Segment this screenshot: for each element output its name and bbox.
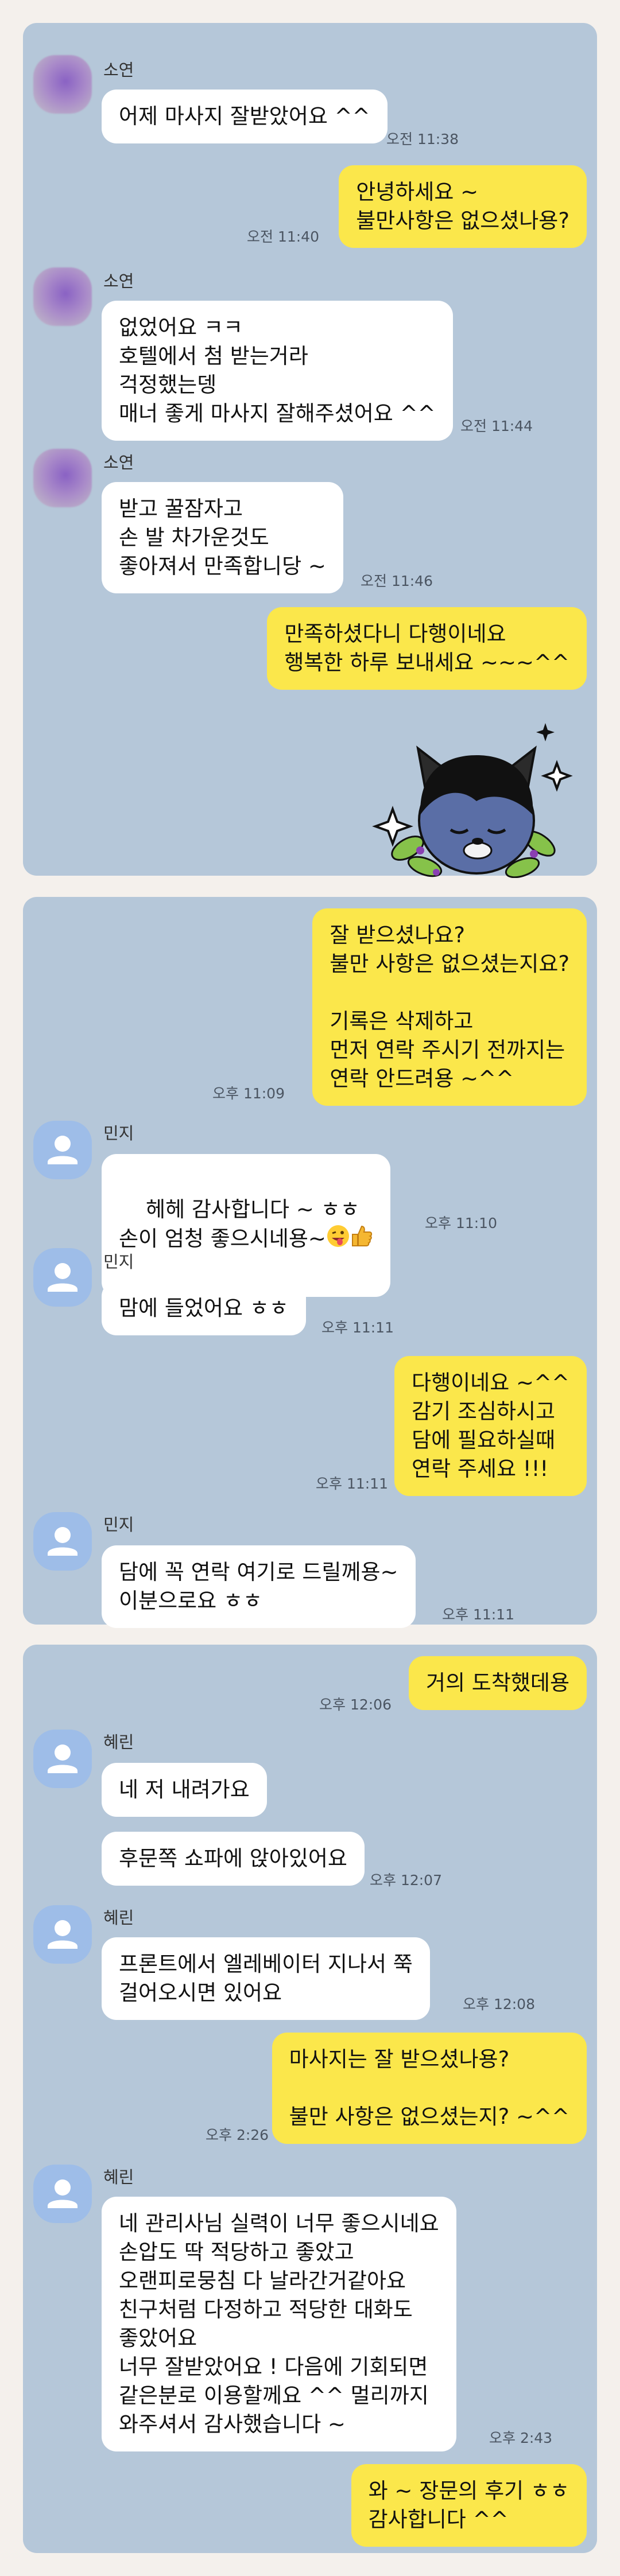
message-time: 오전 11:46 [361, 573, 433, 589]
user-icon [48, 1136, 78, 1164]
message-time: 오전 11:44 [460, 418, 533, 434]
message-time: 오전 11:40 [247, 228, 319, 245]
outgoing-message[interactable]: 잘 받으셨나요? 불만 사항은 없으셨는지요? 기록은 삭제하고 먼저 연락 주… [312, 908, 587, 1106]
user-icon [48, 1744, 78, 1773]
user-icon [48, 1263, 78, 1292]
sender-name: 소연 [103, 453, 134, 472]
sender-name: 혜린 [103, 2167, 134, 2187]
thumbs-up-emoji-icon [350, 1224, 373, 1256]
outgoing-message[interactable]: 다행이네요 ~^^ 감기 조심하시고 담에 필요하실때 연락 주세요 !!! [394, 1356, 587, 1496]
avatar[interactable] [33, 1730, 92, 1788]
incoming-message[interactable]: 후문쪽 쇼파에 앉아있어요 [102, 1832, 365, 1886]
chat-screenshot-2: 잘 받으셨나요? 불만 사항은 없으셨는지요? 기록은 삭제하고 먼저 연락 주… [23, 897, 597, 1628]
avatar[interactable] [33, 1121, 92, 1179]
message-text: 헤헤 감사합니다 ~ ㅎㅎ [146, 1197, 360, 1222]
incoming-message[interactable]: 맘에 들었어요 ㅎㅎ [102, 1281, 306, 1335]
message-time: 오전 11:38 [386, 131, 459, 147]
message-time: 오후 11:11 [321, 1319, 394, 1336]
incoming-message[interactable]: 네 저 내려가요 [102, 1763, 267, 1817]
avatar[interactable] [33, 1248, 92, 1307]
message-time: 오후 11:11 [316, 1475, 388, 1492]
incoming-message[interactable]: 프론트에서 엘레베이터 지나서 쭉 걸어오시면 있어요 [102, 1937, 430, 2020]
sender-name: 소연 [103, 60, 134, 80]
message-time: 오후 12:07 [370, 1872, 442, 1889]
outgoing-message[interactable]: 만족하셨다니 다행이네요 행복한 하루 보내세요 ~~~^^ [267, 607, 587, 690]
sender-name: 혜린 [103, 1732, 134, 1752]
sender-name: 민지 [103, 1124, 134, 1143]
message-time: 오후 11:10 [425, 1215, 497, 1231]
sender-name: 소연 [103, 271, 134, 291]
sender-name: 민지 [103, 1515, 134, 1534]
incoming-message[interactable]: 담에 꼭 연락 여기로 드릴께용~ 이분으로요 ㅎㅎ [102, 1545, 416, 1628]
message-time: 오후 11:11 [442, 1606, 514, 1623]
incoming-message[interactable]: 어제 마사지 잘받았어요 ^^ [102, 90, 388, 143]
outgoing-message[interactable]: 안녕하세요 ~ 불만사항은 없으셨나용? [339, 165, 587, 248]
sender-name: 민지 [103, 1252, 134, 1272]
avatar[interactable] [33, 267, 92, 326]
avatar[interactable] [33, 449, 92, 507]
message-time: 오후 2:26 [206, 2127, 269, 2143]
incoming-message[interactable]: 없었어요 ㅋㅋ 호텔에서 첨 받는거라 걱정했는뎅 매너 좋게 마사지 잘해주셨… [102, 301, 453, 441]
avatar[interactable] [33, 1512, 92, 1571]
message-time: 오후 12:06 [319, 1696, 392, 1713]
avatar[interactable] [33, 2165, 92, 2223]
incoming-message[interactable]: 네 관리사님 실력이 너무 좋으시네요 손압도 딱 적당하고 좋았고 오랜피로뭉… [102, 2197, 456, 2451]
incoming-message[interactable]: 헤헤 감사합니다 ~ ㅎㅎ 손이 엄청 좋으시네용~ [102, 1154, 390, 1297]
chat-screenshot-1: 소연 어제 마사지 잘받았어요 ^^ 오전 11:38 안녕하세요 ~ 불만사항… [23, 23, 597, 878]
message-text: 손이 엄청 좋으시네용~ [119, 1226, 326, 1251]
message-time: 오후 12:08 [463, 1996, 535, 2012]
user-icon [48, 2179, 78, 2208]
message-time: 오후 2:43 [489, 2430, 553, 2446]
sender-name: 혜린 [103, 1908, 134, 1928]
avatar[interactable] [33, 55, 92, 114]
character-sticker-icon[interactable] [367, 700, 574, 878]
outgoing-message[interactable]: 와 ~ 장문의 후기 ㅎㅎ 감사합니다 ^^ [351, 2464, 587, 2547]
outgoing-message[interactable]: 거의 도착했데용 [408, 1656, 587, 1710]
user-icon [48, 1527, 78, 1556]
incoming-message[interactable]: 받고 꿀잠자고 손 발 차가운것도 좋아져서 만족합니당 ~ [102, 482, 343, 593]
tongue-wink-emoji-icon [326, 1224, 350, 1256]
message-time: 오후 11:09 [212, 1085, 285, 1102]
user-icon [48, 1920, 78, 1949]
avatar[interactable] [33, 1905, 92, 1964]
chat-screenshot-3: 거의 도착했데용 오후 12:06 혜린 네 저 내려가요 후문쪽 쇼파에 앉아… [23, 1645, 597, 2553]
outgoing-message[interactable]: 마사지는 잘 받으셨나용? 불만 사항은 없으셨는지? ~^^ [272, 2033, 587, 2144]
